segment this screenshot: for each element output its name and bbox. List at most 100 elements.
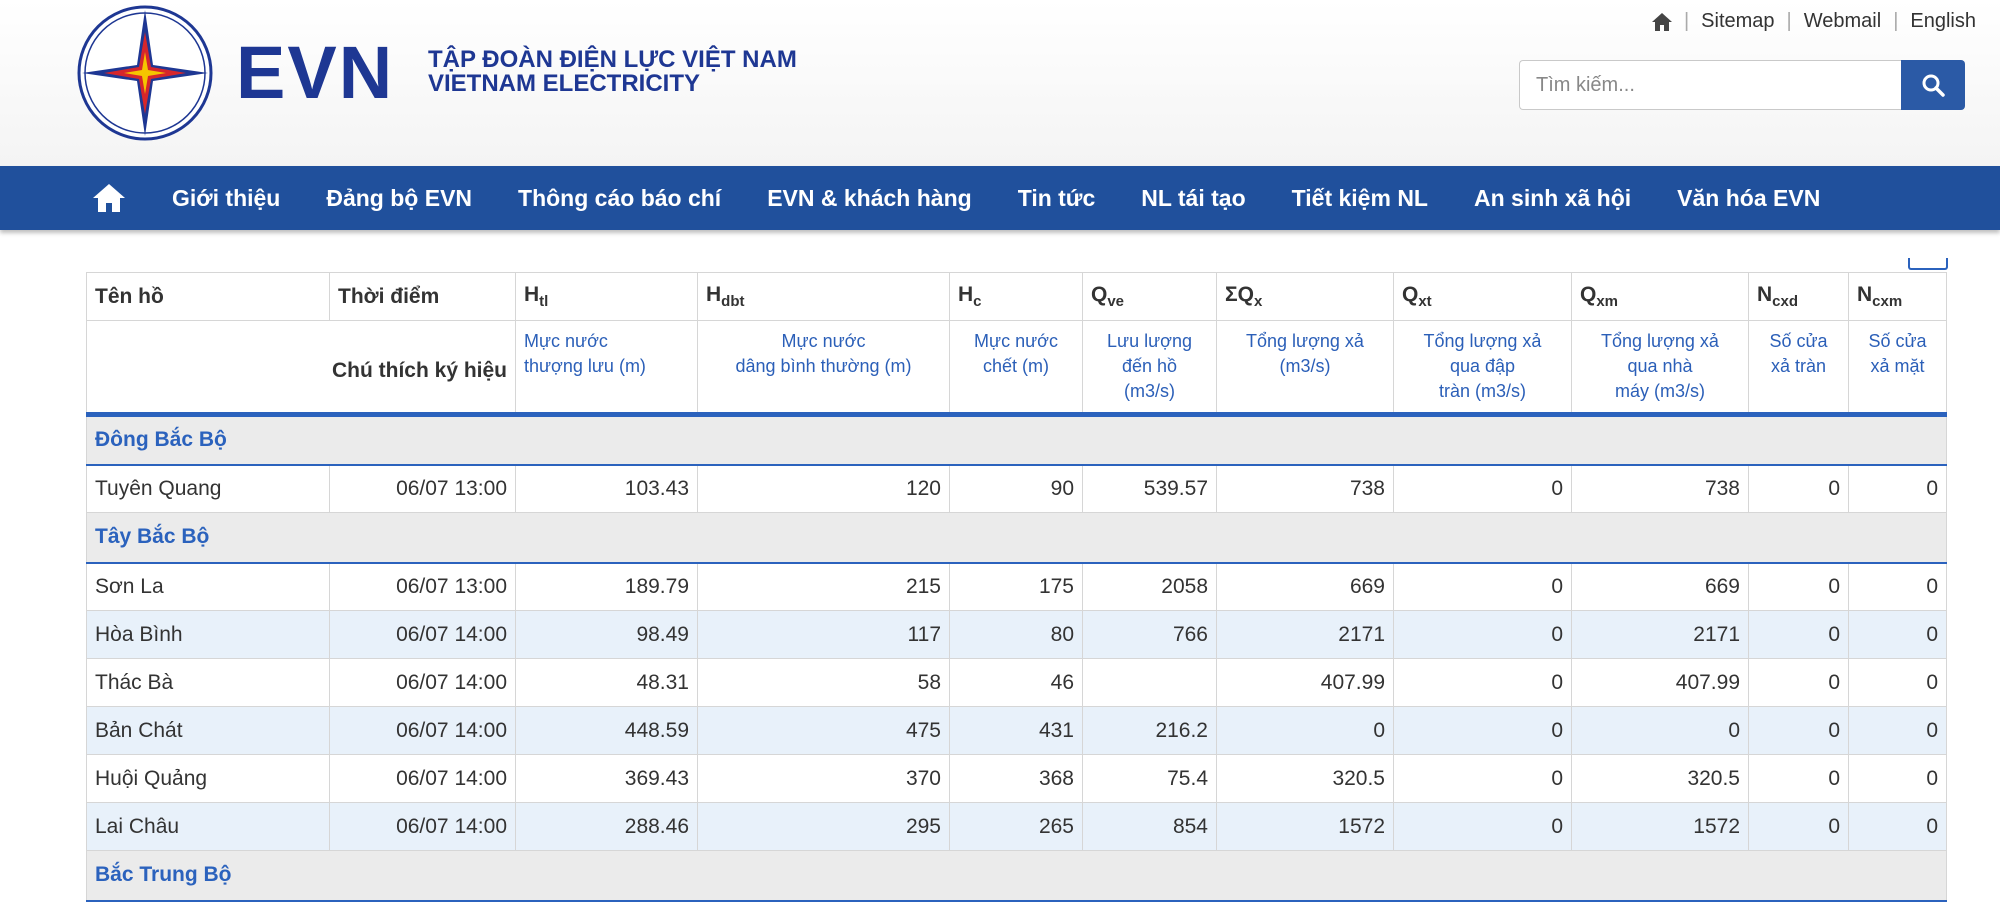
tagline-vi: TẬP ĐOÀN ĐIỆN LỰC VIỆT NAM (428, 46, 797, 73)
region-name: Đông Bắc Bộ (86, 414, 1947, 466)
nav-item-nl-tai-tao[interactable]: NL tái tạo (1141, 185, 1245, 212)
qve-cell: 216.2 (1082, 706, 1217, 755)
htl-cell: 448.59 (515, 706, 698, 755)
time-cell: 06/07 14:00 (329, 802, 516, 851)
legend-row: Chú thích ký hiệu Mực nước thượng lưu (m)… (86, 320, 1947, 417)
qxm-cell: 2171 (1571, 610, 1749, 659)
hc-cell: 265 (949, 802, 1083, 851)
qxt-cell: 0 (1393, 658, 1572, 707)
time-cell: 06/07 13:00 (329, 562, 516, 611)
hc-cell: 175 (949, 562, 1083, 611)
nav-item-an-sinh[interactable]: An sinh xã hội (1474, 185, 1631, 212)
col-time: Thời điểm (329, 272, 516, 321)
nav-item-gioi-thieu[interactable]: Giới thiệu (172, 185, 280, 212)
evn-logo-icon[interactable] (76, 4, 214, 142)
expand-icon[interactable] (1908, 258, 1948, 270)
ncxd-cell: 0 (1748, 464, 1849, 513)
legend-ncxd: Số cửa xả tràn (1748, 320, 1849, 417)
col-hc: Hc (949, 272, 1083, 321)
ncxd-cell: 0 (1748, 706, 1849, 755)
table-row[interactable]: Bản Chát 06/07 14:00 448.59 475 431 216.… (86, 706, 1947, 755)
home-icon (93, 184, 125, 212)
region-row: Đông Bắc Bộ (86, 414, 1947, 466)
nav-item-dang-bo[interactable]: Đảng bộ EVN (326, 185, 472, 212)
legend-htl: Mực nước thượng lưu (m) (515, 320, 698, 417)
reservoir-name: Sơn La (86, 562, 330, 611)
hc-cell: 90 (949, 464, 1083, 513)
col-hdbt: Hdbt (697, 272, 950, 321)
site-header: EVN TẬP ĐOÀN ĐIỆN LỰC VIỆT NAM VIETNAM E… (0, 0, 2000, 166)
table-row[interactable]: Huội Quảng 06/07 14:00 369.43 370 368 75… (86, 754, 1947, 803)
nav-item-tiet-kiem[interactable]: Tiết kiệm NL (1292, 185, 1428, 212)
region-row: Tây Bắc Bộ (86, 512, 1947, 564)
qve-cell: 539.57 (1082, 464, 1217, 513)
col-ncxd: Ncxd (1748, 272, 1849, 321)
qxm-cell: 407.99 (1571, 658, 1749, 707)
hc-cell: 46 (949, 658, 1083, 707)
nav-home[interactable] (92, 183, 126, 213)
search-button[interactable] (1901, 60, 1965, 110)
htl-cell: 369.43 (515, 754, 698, 803)
sqx-cell: 407.99 (1216, 658, 1394, 707)
table-row[interactable]: Sơn La 06/07 13:00 189.79 215 175 2058 6… (86, 562, 1947, 611)
time-cell: 06/07 14:00 (329, 658, 516, 707)
time-cell: 06/07 14:00 (329, 754, 516, 803)
qve-cell: 766 (1082, 610, 1217, 659)
hdbt-cell: 120 (697, 464, 950, 513)
qxm-cell: 738 (1571, 464, 1749, 513)
sqx-cell: 320.5 (1216, 754, 1394, 803)
reservoir-name: Lai Châu (86, 802, 330, 851)
reservoir-name: Hòa Bình (86, 610, 330, 659)
htl-cell: 98.49 (515, 610, 698, 659)
sitemap-link[interactable]: Sitemap (1701, 10, 1774, 33)
legend-ncxm: Số cửa xả mặt (1848, 320, 1947, 417)
english-link[interactable]: English (1910, 10, 1976, 33)
ncxm-cell: 0 (1848, 610, 1947, 659)
brand-tagline: TẬP ĐOÀN ĐIỆN LỰC VIỆT NAM VIETNAM ELECT… (428, 48, 797, 96)
nav-item-van-hoa[interactable]: Văn hóa EVN (1677, 185, 1820, 212)
qxt-cell: 0 (1393, 802, 1572, 851)
sqx-cell: 0 (1216, 706, 1394, 755)
region-name: Bắc Trung Bộ (86, 850, 1947, 902)
hdbt-cell: 370 (697, 754, 950, 803)
search-input[interactable] (1519, 60, 1902, 110)
nav-item-thong-cao[interactable]: Thông cáo báo chí (518, 185, 721, 212)
top-links: | Sitemap | Webmail | English (1651, 10, 1976, 33)
home-icon[interactable] (1651, 12, 1672, 31)
qve-cell: 854 (1082, 802, 1217, 851)
header-row: Tên hồ Thời điểm Htl Hdbt Hc Qve ΣQx Qxt… (86, 272, 1947, 321)
table-row[interactable]: Tuyên Quang 06/07 13:00 103.43 120 90 53… (86, 464, 1947, 513)
ncxm-cell: 0 (1848, 802, 1947, 851)
qxm-cell: 0 (1571, 706, 1749, 755)
sqx-cell: 669 (1216, 562, 1394, 611)
webmail-link[interactable]: Webmail (1804, 10, 1881, 33)
table-row[interactable]: Hòa Bình 06/07 14:00 98.49 117 80 766 21… (86, 610, 1947, 659)
ncxm-cell: 0 (1848, 562, 1947, 611)
table-row[interactable]: Thác Bà 06/07 14:00 48.31 58 46 407.99 0… (86, 658, 1947, 707)
main-nav: Giới thiệu Đảng bộ EVN Thông cáo báo chí… (0, 166, 2000, 230)
logo-wordmark[interactable]: EVN (236, 36, 394, 110)
hdbt-cell: 58 (697, 658, 950, 707)
legend-qxt: Tổng lượng xả qua đập tràn (m3/s) (1393, 320, 1572, 417)
col-qxt: Qxt (1393, 272, 1572, 321)
htl-cell: 288.46 (515, 802, 698, 851)
reservoir-name: Tuyên Quang (86, 464, 330, 513)
hdbt-cell: 215 (697, 562, 950, 611)
qxm-cell: 669 (1571, 562, 1749, 611)
hc-cell: 431 (949, 706, 1083, 755)
col-htl: Htl (515, 272, 698, 321)
tagline-en: VIETNAM ELECTRICITY (428, 70, 701, 97)
table-row[interactable]: Lai Châu 06/07 14:00 288.46 295 265 854 … (86, 802, 1947, 851)
nav-item-khach-hang[interactable]: EVN & khách hàng (767, 185, 971, 212)
ncxd-cell: 0 (1748, 610, 1849, 659)
qxt-cell: 0 (1393, 706, 1572, 755)
qxt-cell: 0 (1393, 610, 1572, 659)
hdbt-cell: 475 (697, 706, 950, 755)
col-ncxm: Ncxm (1848, 272, 1947, 321)
qxm-cell: 320.5 (1571, 754, 1749, 803)
nav-item-tin-tuc[interactable]: Tin tức (1018, 185, 1096, 212)
htl-cell: 103.43 (515, 464, 698, 513)
col-qve: Qve (1082, 272, 1217, 321)
time-cell: 06/07 13:00 (329, 464, 516, 513)
divider: | (1683, 10, 1690, 32)
